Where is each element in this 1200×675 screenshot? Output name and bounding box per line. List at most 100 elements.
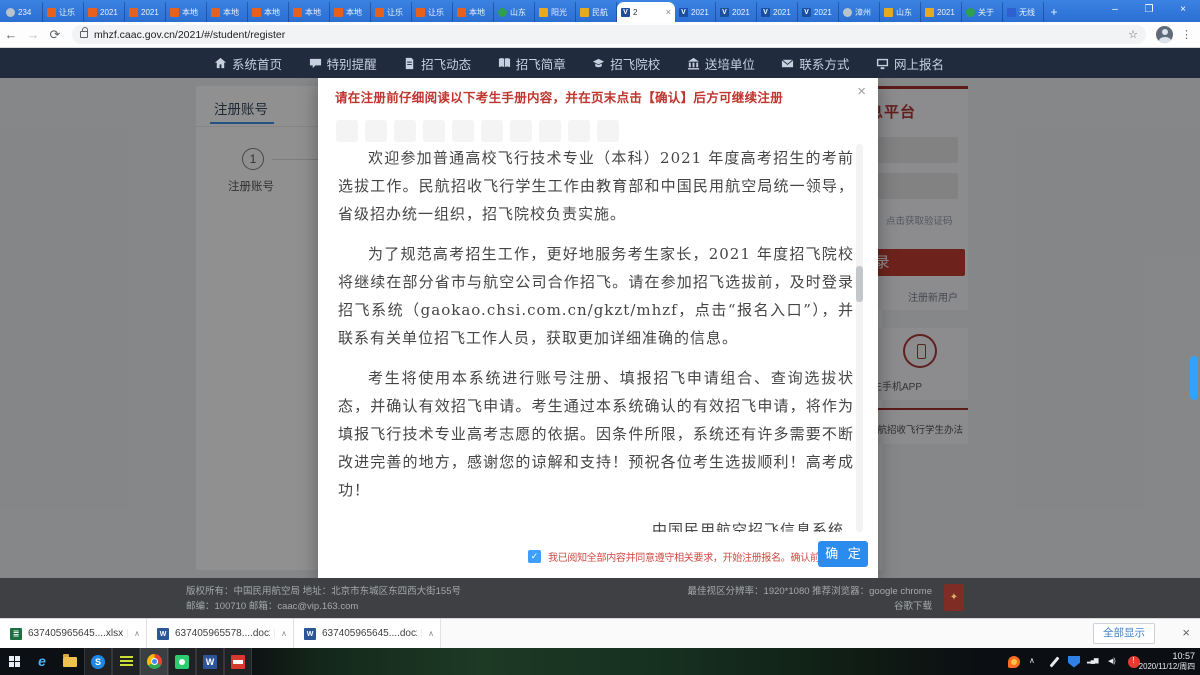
nav-item-home[interactable]: 系统首页 — [214, 54, 282, 73]
file-type-icon — [10, 628, 22, 640]
chrome-download-link[interactable]: 谷歌下载 — [688, 599, 932, 614]
footer-browser-note: 最佳视区分辨率：1920*1080 推荐浏览器：google chrome 谷歌… — [688, 584, 932, 614]
page-button[interactable] — [365, 120, 387, 142]
agree-text[interactable]: 我已阅知全部内容并同意遵守相关要求，开始注册报名。确认前勾选 — [548, 549, 839, 564]
browser-tab[interactable]: 漳州 × — [839, 2, 880, 22]
show-all-downloads-button[interactable]: 全部显示 — [1093, 623, 1155, 644]
download-item-xlsx[interactable]: 637405965645....xlsx ∧ — [0, 619, 147, 648]
nav-item-reminder[interactable]: 特别提醒 — [309, 54, 377, 73]
url-text[interactable]: mhzf.caac.gov.cn/2021/#/student/register — [94, 29, 285, 41]
more-pages-button[interactable] — [539, 120, 561, 142]
new-tab-button[interactable]: + — [1044, 4, 1064, 22]
browser-scrollbar-thumb[interactable] — [1190, 356, 1198, 400]
browser-tab[interactable]: 2021 × — [757, 2, 798, 22]
browser-tab[interactable]: 关于 × — [962, 2, 1003, 22]
browser-tab[interactable]: 2021 × — [675, 2, 716, 22]
tab-title: 本地 — [305, 7, 321, 18]
taskbar-clock[interactable]: 10:57 2020/11/12/周四 — [1139, 651, 1195, 672]
refresh-button[interactable]: ⟳ — [44, 27, 66, 43]
browser-tab[interactable]: 2021 × — [798, 2, 839, 22]
stock-app-icon[interactable] — [112, 648, 140, 675]
profile-avatar[interactable] — [1156, 26, 1173, 43]
tab-favicon-icon — [47, 8, 56, 17]
windows-start-button[interactable] — [0, 648, 28, 675]
browser-tab[interactable]: 让乐 × — [371, 2, 412, 22]
browser-tab[interactable]: 2021 × — [716, 2, 757, 22]
nav-item-news[interactable]: 招飞动态 — [403, 54, 471, 73]
downloads-bar: 637405965645....xlsx ∧ 637405965578....d… — [0, 618, 1200, 648]
tab-favicon-icon — [539, 8, 548, 17]
bookmark-star-icon[interactable]: ☆ — [1128, 28, 1138, 41]
modal-close-icon[interactable]: × — [857, 83, 866, 100]
browser-tab[interactable]: 本地 × — [166, 2, 207, 22]
browser-tab[interactable]: 无线 × — [1003, 2, 1044, 22]
network-icon[interactable] — [1088, 656, 1100, 668]
browser-tab[interactable]: 山东 × — [494, 2, 535, 22]
browser-tab[interactable]: 本地 × — [289, 2, 330, 22]
agree-checkbox[interactable]: ✓ — [528, 550, 541, 563]
browser-tab[interactable]: 2021 × — [921, 2, 962, 22]
chevron-up-icon[interactable]: ∧ — [127, 629, 140, 638]
browser-tab[interactable]: 2021 × — [125, 2, 166, 22]
minimize-button[interactable]: – — [1098, 0, 1132, 22]
internet-explorer-icon[interactable] — [28, 648, 56, 675]
page-button[interactable] — [510, 120, 532, 142]
volume-icon[interactable] — [1108, 656, 1120, 668]
green-app-icon[interactable] — [168, 648, 196, 675]
tab-title: 本地 — [182, 7, 198, 18]
tray-expand-icon[interactable] — [1028, 656, 1040, 668]
browser-tab[interactable]: 让乐 × — [43, 2, 84, 22]
word-icon[interactable] — [196, 648, 224, 675]
browser-tab[interactable]: 本地 × — [453, 2, 494, 22]
address-bar[interactable]: mhzf.caac.gov.cn/2021/#/student/register… — [72, 25, 1146, 44]
page-button[interactable] — [481, 120, 503, 142]
chevron-up-icon[interactable]: ∧ — [421, 629, 434, 638]
browser-tab[interactable]: 山东 × — [880, 2, 921, 22]
file-explorer-icon[interactable] — [56, 648, 84, 675]
close-window-button[interactable]: × — [1166, 0, 1200, 22]
browser-tab[interactable]: 2021 × — [84, 2, 125, 22]
tab-favicon-icon — [966, 8, 975, 17]
forward-button[interactable]: → — [22, 27, 44, 42]
browser-tab[interactable]: 本地 × — [330, 2, 371, 22]
next-page-button[interactable] — [597, 120, 619, 142]
browser-tab-active[interactable]: 2 × — [617, 2, 675, 22]
maximize-button[interactable]: ❐ — [1132, 0, 1166, 22]
browser-tab[interactable]: 民航 × — [576, 2, 617, 22]
browser-tab[interactable]: 阳光 × — [535, 2, 576, 22]
browser-menu-icon[interactable]: ⋮ — [1181, 28, 1192, 41]
browser-tab[interactable]: 本地 × — [207, 2, 248, 22]
browser-tab[interactable]: 让乐 × — [412, 2, 453, 22]
nav-item-online-signup[interactable]: 网上报名 — [876, 54, 944, 73]
tab-close-icon[interactable]: × — [666, 8, 671, 17]
downloads-bar-close-icon[interactable]: × — [1182, 625, 1190, 640]
modal-scrollbar-thumb[interactable] — [856, 266, 863, 302]
tab-favicon-icon — [129, 8, 138, 17]
security-shield-icon[interactable] — [1068, 656, 1080, 668]
chrome-icon[interactable] — [140, 648, 168, 675]
page-button[interactable] — [423, 120, 445, 142]
tab-favicon-icon — [679, 8, 688, 17]
book-icon — [498, 57, 511, 70]
tab-title: 2021 — [141, 8, 159, 17]
download-item-docx[interactable]: 637405965645....docx ∧ — [294, 619, 441, 648]
nav-item-guide[interactable]: 招飞简章 — [498, 54, 566, 73]
page-button[interactable] — [568, 120, 590, 142]
nav-item-training-units[interactable]: 送培单位 — [687, 54, 755, 73]
nav-item-contact[interactable]: 联系方式 — [781, 54, 849, 73]
browser-tab[interactable]: 234 × — [2, 2, 43, 22]
back-button[interactable]: ← — [0, 27, 22, 42]
sogou-input-icon[interactable] — [1008, 656, 1020, 668]
prev-page-button[interactable] — [336, 120, 358, 142]
page-button[interactable] — [452, 120, 474, 142]
confirm-button[interactable]: 确 定 — [818, 541, 868, 567]
chevron-up-icon[interactable]: ∧ — [274, 629, 287, 638]
download-item-docx[interactable]: 637405965578....docx ∧ — [147, 619, 294, 648]
pen-tool-icon[interactable] — [1048, 656, 1060, 668]
browser-tab[interactable]: 本地 × — [248, 2, 289, 22]
page-button[interactable] — [394, 120, 416, 142]
red-app-icon[interactable] — [224, 648, 252, 675]
browser-s-icon[interactable] — [84, 648, 112, 675]
nav-item-colleges[interactable]: 招飞院校 — [592, 54, 660, 73]
modal-scrollbar[interactable] — [856, 144, 863, 532]
